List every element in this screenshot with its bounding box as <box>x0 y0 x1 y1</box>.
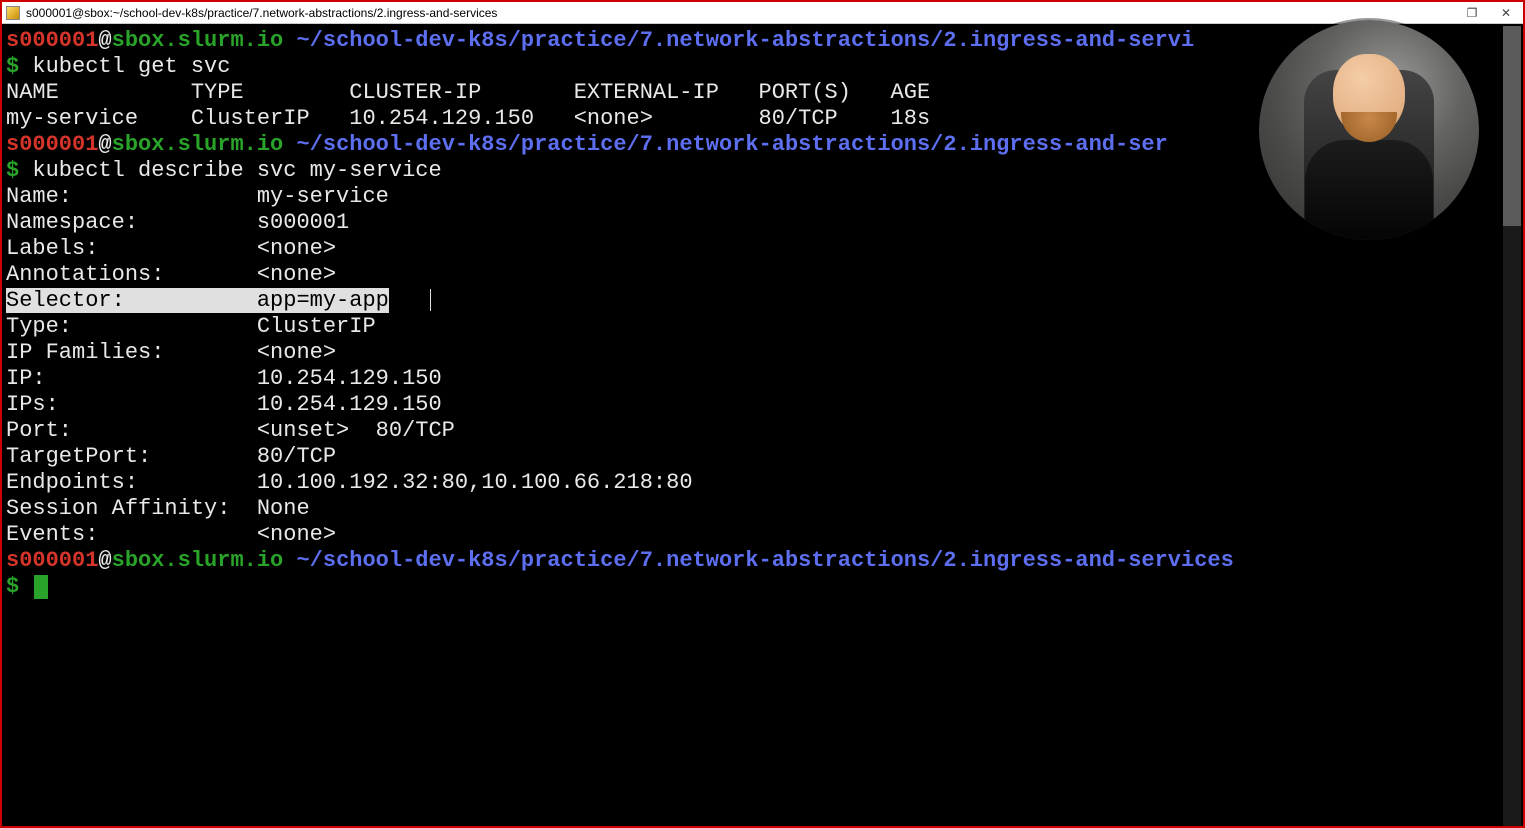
kv-label: Port: <box>6 418 257 443</box>
kv-label: IP: <box>6 366 257 391</box>
kv-value: s000001 <box>257 210 349 235</box>
kv-label: Labels: <box>6 236 257 261</box>
kv-value: <none> <box>257 236 336 261</box>
prompt-path: ~/school-dev-k8s/practice/7.network-abst… <box>296 132 1167 157</box>
prompt-at: @ <box>98 132 111 157</box>
kv-label: IPs: <box>6 392 257 417</box>
kv-value: 10.100.192.32:80,10.100.66.218:80 <box>257 470 693 495</box>
svc-table-header: NAME TYPE CLUSTER-IP EXTERNAL-IP PORT(S)… <box>6 80 930 105</box>
kv-label: Endpoints: <box>6 470 257 495</box>
window-title: s000001@sbox:~/school-dev-k8s/practice/7… <box>26 6 1451 20</box>
window-titlebar: s000001@sbox:~/school-dev-k8s/practice/7… <box>2 2 1523 24</box>
prompt-host: sbox.slurm.io <box>112 132 284 157</box>
prompt-symbol: $ <box>6 54 19 79</box>
kv-value: 10.254.129.150 <box>257 366 442 391</box>
prompt-symbol: $ <box>6 158 19 183</box>
prompt-at: @ <box>98 548 111 573</box>
prompt-path: ~/school-dev-k8s/practice/7.network-abst… <box>296 28 1194 53</box>
kv-label: TargetPort: <box>6 444 257 469</box>
window-restore-button[interactable]: ❐ <box>1459 6 1485 20</box>
kv-label: IP Families: <box>6 340 257 365</box>
prompt-user: s000001 <box>6 28 98 53</box>
kv-label: Selector: <box>6 288 257 313</box>
prompt-symbol: $ <box>6 574 19 599</box>
app-icon <box>6 6 20 20</box>
command-text: kubectl get svc <box>32 54 230 79</box>
webcam-overlay <box>1259 20 1479 240</box>
prompt-at: @ <box>98 28 111 53</box>
kv-value: <none> <box>257 522 336 547</box>
kv-value: <unset> 80/TCP <box>257 418 455 443</box>
kv-value: ClusterIP <box>257 314 376 339</box>
kv-label: Type: <box>6 314 257 339</box>
prompt-user: s000001 <box>6 132 98 157</box>
block-cursor <box>34 575 48 599</box>
command-text: kubectl describe svc my-service <box>32 158 441 183</box>
window-close-button[interactable]: ✕ <box>1493 6 1519 20</box>
kv-value: 80/TCP <box>257 444 336 469</box>
kv-value: app=my-app <box>257 288 389 313</box>
kv-value: <none> <box>257 262 336 287</box>
scrollbar-thumb[interactable] <box>1503 26 1521 226</box>
prompt-host: sbox.slurm.io <box>112 548 284 573</box>
kv-value: None <box>257 496 310 521</box>
kv-value: my-service <box>257 184 389 209</box>
prompt-path: ~/school-dev-k8s/practice/7.network-abst… <box>296 548 1233 573</box>
kv-label: Name: <box>6 184 257 209</box>
prompt-user: s000001 <box>6 548 98 573</box>
kv-value: <none> <box>257 340 336 365</box>
text-cursor <box>430 289 431 311</box>
kv-label: Events: <box>6 522 257 547</box>
vertical-scrollbar[interactable] <box>1503 26 1521 826</box>
svc-table-row: my-service ClusterIP 10.254.129.150 <non… <box>6 106 930 131</box>
kv-value: 10.254.129.150 <box>257 392 442 417</box>
kv-label: Annotations: <box>6 262 257 287</box>
prompt-host: sbox.slurm.io <box>112 28 284 53</box>
kv-label: Namespace: <box>6 210 257 235</box>
kv-label: Session Affinity: <box>6 496 257 521</box>
